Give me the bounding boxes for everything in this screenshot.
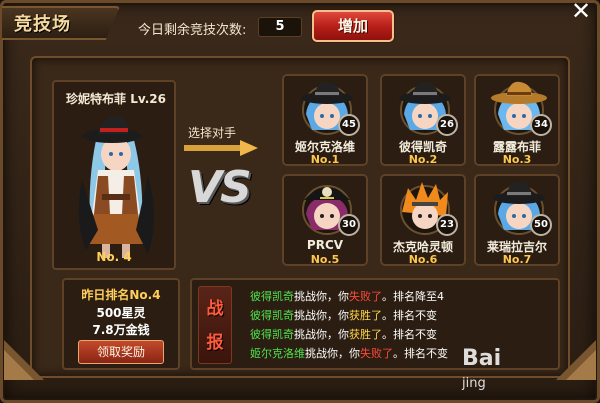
battle-report-badge: 战 报 bbox=[198, 286, 232, 364]
battle-report-line: 彼得凯奇挑战你，你获胜了。排名不变 bbox=[250, 326, 448, 345]
opponent-rank: No.2 bbox=[408, 153, 438, 166]
opponent-card[interactable]: 30 PRCV No.5 bbox=[282, 174, 368, 266]
watermark-brand: Bai bbox=[462, 346, 502, 371]
page-title: 竞技场 bbox=[14, 14, 71, 35]
report-result: 获胜了 bbox=[349, 328, 382, 341]
opponent-level: 23 bbox=[436, 214, 458, 236]
battle-report-line: 姬尔克洛维挑战你，你失败了。排名不变 bbox=[250, 345, 448, 364]
reward-gold: 7.8万金钱 bbox=[92, 323, 150, 337]
report-text: 。排名不变 bbox=[382, 309, 437, 322]
report-text: 。排名降至4 bbox=[382, 290, 444, 303]
report-result: 失败了 bbox=[360, 347, 393, 360]
report-opponent-name[interactable]: 彼得凯奇 bbox=[250, 328, 294, 341]
remaining-attempts-label: 今日剩余竞技次数: bbox=[138, 23, 247, 38]
watermark: Bai jing bbox=[462, 346, 572, 400]
opponent-card[interactable]: 34 露露布菲 No.3 bbox=[474, 74, 560, 166]
opponent-card[interactable]: 45 姬尔克洛维 No.1 bbox=[282, 74, 368, 166]
player-name: 珍妮特布菲 Lv.26 bbox=[66, 92, 166, 106]
arrow-right-icon bbox=[184, 140, 258, 156]
opponent-rank: No.7 bbox=[502, 253, 532, 266]
vs-label: VS bbox=[188, 162, 252, 213]
close-icon[interactable]: ✕ bbox=[570, 0, 592, 23]
opponent-level: 45 bbox=[338, 114, 360, 136]
battle-report-line: 彼得凯奇挑战你，你失败了。排名降至4 bbox=[250, 288, 448, 307]
player-rank: No. 4 bbox=[96, 250, 132, 264]
corner-ornament-icon bbox=[4, 340, 44, 380]
player-card: 珍妮特布菲 Lv.26 bbox=[52, 80, 176, 270]
claim-reward-button[interactable]: 领取奖励 bbox=[78, 340, 164, 364]
opponent-level: 26 bbox=[436, 114, 458, 136]
reward-stars: 500星灵 bbox=[96, 306, 146, 320]
report-text: 挑战你，你 bbox=[294, 290, 349, 303]
battle-report-line: 彼得凯奇挑战你，你获胜了。排名不变 bbox=[250, 307, 448, 326]
opponent-level: 34 bbox=[530, 114, 552, 136]
opponent-card[interactable]: 50 莱瑞拉吉尔 No.7 bbox=[474, 174, 560, 266]
opponent-card[interactable]: 26 彼得凯奇 No.2 bbox=[380, 74, 466, 166]
opponent-rank: No.6 bbox=[408, 253, 438, 266]
report-text: 挑战你，你 bbox=[305, 347, 360, 360]
report-opponent-name[interactable]: 彼得凯奇 bbox=[250, 309, 294, 322]
yesterday-reward-panel: 昨日排名No.4 500星灵 7.8万金钱 领取奖励 bbox=[62, 278, 180, 370]
opponent-level: 50 bbox=[530, 214, 552, 236]
player-portrait bbox=[78, 115, 154, 258]
select-opponent-label: 选择对手 bbox=[188, 126, 237, 140]
remaining-attempts-count: 5 bbox=[258, 17, 302, 37]
report-text: 。排名不变 bbox=[382, 328, 437, 341]
battle-report-badge-char: 战 bbox=[206, 299, 224, 319]
report-result: 获胜了 bbox=[349, 309, 382, 322]
opponent-card[interactable]: 23 杰克哈灵顿 No.6 bbox=[380, 174, 466, 266]
add-attempts-button[interactable]: 增加 bbox=[312, 10, 394, 42]
report-result: 失败了 bbox=[349, 290, 382, 303]
battle-report-list: 彼得凯奇挑战你，你失败了。排名降至4 彼得凯奇挑战你，你获胜了。排名不变 彼得凯… bbox=[250, 288, 448, 364]
report-opponent-name[interactable]: 姬尔克洛维 bbox=[250, 347, 305, 360]
watermark-sub: jing bbox=[462, 376, 486, 391]
yesterday-rank: 昨日排名No.4 bbox=[81, 288, 161, 302]
opponent-level: 30 bbox=[338, 214, 360, 236]
report-text: 挑战你，你 bbox=[294, 328, 349, 341]
opponent-rank: No.1 bbox=[310, 153, 340, 166]
report-opponent-name[interactable]: 彼得凯奇 bbox=[250, 290, 294, 303]
report-text: 挑战你，你 bbox=[294, 309, 349, 322]
battle-report-badge-char: 报 bbox=[206, 333, 224, 353]
report-text: 。排名不变 bbox=[393, 347, 448, 360]
opponent-rank: No.5 bbox=[310, 253, 340, 266]
opponent-rank: No.3 bbox=[502, 153, 532, 166]
opponent-name: PRCV bbox=[306, 238, 344, 252]
